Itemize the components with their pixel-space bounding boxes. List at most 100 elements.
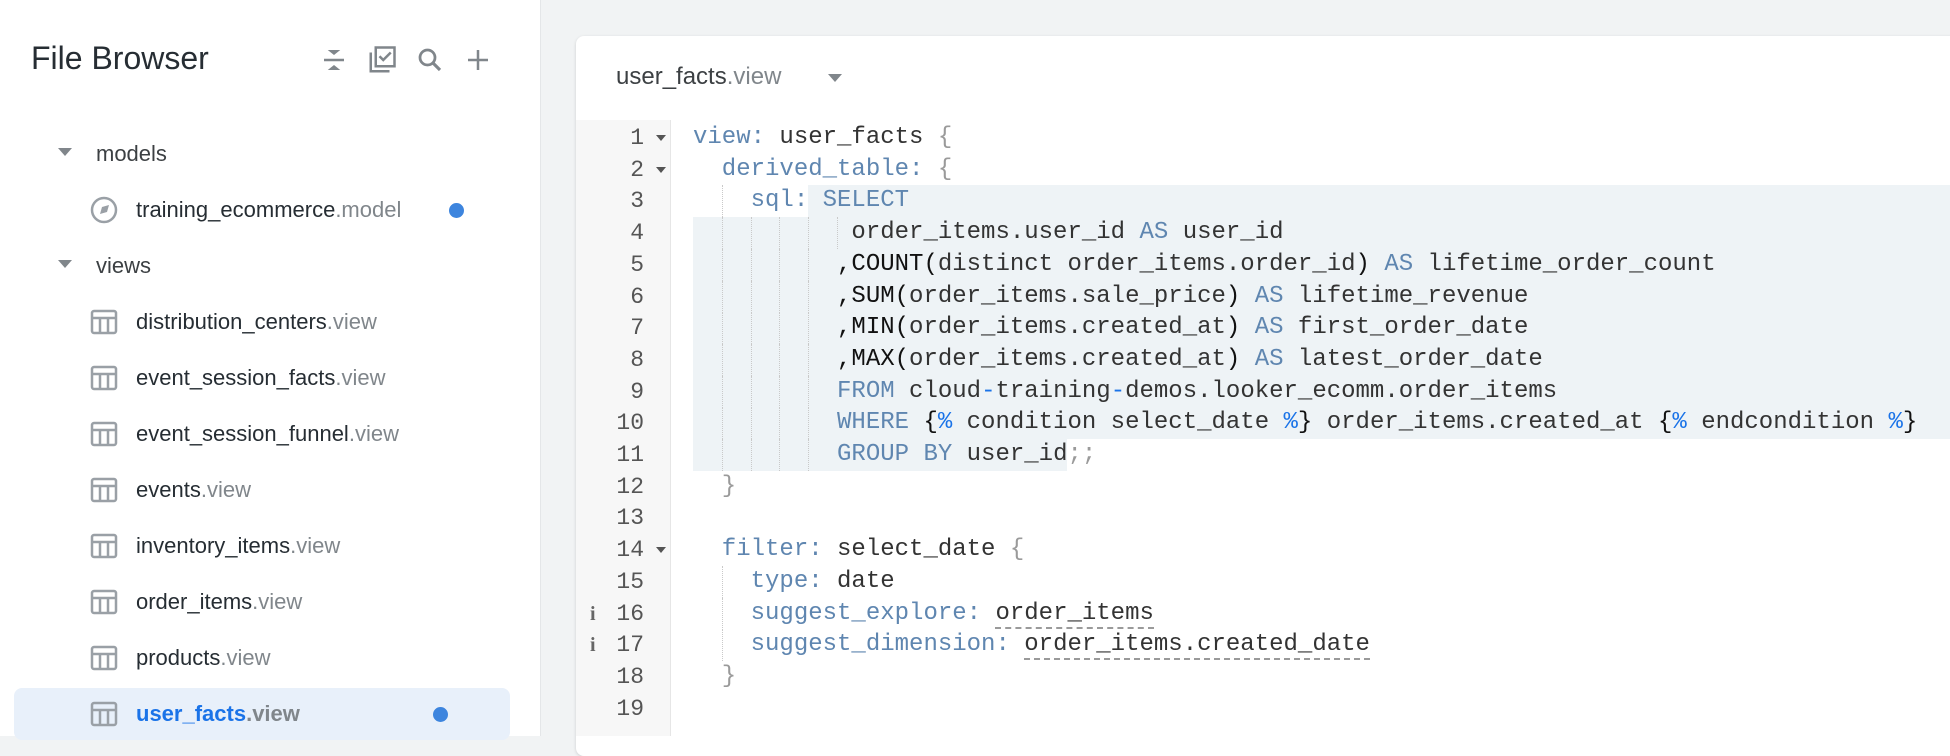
code-token: order_items.created_date — [1024, 631, 1370, 661]
code-line[interactable]: derived_table: { — [693, 154, 952, 186]
code-line[interactable]: ,MIN(order_items.created_at) AS first_or… — [693, 312, 1528, 344]
search-icon[interactable] — [415, 45, 445, 75]
line-number: 4 — [630, 220, 644, 247]
code-token: - — [1110, 377, 1126, 405]
code-line[interactable]: ,SUM(order_items.sale_price) AS lifetime… — [693, 281, 1528, 313]
code-line[interactable]: view: user_facts { — [693, 122, 952, 154]
code-token: derived_table: — [693, 155, 938, 183]
line-number: 16 — [616, 600, 644, 627]
file-name: inventory_items — [136, 533, 291, 558]
unsaved-indicator — [433, 707, 448, 722]
code-line[interactable]: order_items.user_id AS user_id — [693, 217, 1284, 249]
file-event-session-facts-view[interactable]: event_session_facts.view — [14, 352, 510, 404]
code-token: filter: — [693, 536, 838, 564]
file-ext: .view — [246, 701, 300, 726]
code-line[interactable]: suggest_dimension: order_items.created_d… — [693, 629, 1370, 661]
code-token: user_id — [1168, 219, 1284, 247]
file-event-session-funnel-view[interactable]: event_session_funnel.view — [14, 408, 510, 460]
line-number: 10 — [616, 410, 644, 437]
editor-file-name[interactable]: user_facts.view — [616, 63, 781, 91]
code-token: cloud — [909, 377, 982, 405]
file-name: distribution_centers — [136, 309, 327, 334]
code-line[interactable]: sql: SELECT — [693, 185, 909, 217]
code-token: GROUP BY — [693, 441, 967, 468]
line-number: 15 — [616, 568, 644, 595]
line-number: 14 — [616, 537, 644, 564]
code-token: ) — [1225, 282, 1241, 310]
line-number: 12 — [616, 473, 644, 500]
code-token: } — [693, 472, 737, 500]
line-number: 2 — [630, 156, 644, 183]
code-token: ) — [1225, 345, 1241, 373]
table-icon — [90, 533, 118, 559]
code-line[interactable]: GROUP BY user_id;; — [693, 439, 1096, 471]
file-ext: .view — [220, 645, 271, 670]
file-ext: .view — [326, 309, 377, 334]
fold-arrow-icon[interactable] — [656, 547, 666, 554]
file-distribution-centers-view[interactable]: distribution_centers.view — [14, 296, 510, 348]
file-inventory-items-view[interactable]: inventory_items.view — [14, 520, 510, 572]
file-ext: .view — [252, 589, 303, 614]
code-line[interactable]: type: date — [693, 566, 895, 598]
file-user-facts-view[interactable]: user_facts.view — [14, 688, 510, 740]
folder-models[interactable]: models — [14, 128, 510, 180]
folder-label: views — [96, 253, 152, 278]
code-line[interactable]: FROM cloud-training-demos.looker_ecomm.o… — [693, 376, 1557, 408]
code-token: AS — [1240, 345, 1284, 373]
code-token: suggest_dimension: — [693, 631, 1025, 659]
select-files-icon[interactable] — [367, 45, 397, 75]
code-token: } — [693, 662, 737, 690]
code-token: } — [1902, 409, 1918, 437]
code-token: FROM — [693, 377, 910, 405]
code-token: order_items.user_id — [693, 219, 1140, 247]
code-token: { — [937, 155, 953, 183]
code-token: AS — [1240, 314, 1284, 342]
line-number: 13 — [616, 505, 644, 532]
code-token: - — [981, 377, 996, 405]
file-products-view[interactable]: products.view — [14, 632, 510, 684]
file-name: order_items — [136, 589, 253, 614]
code-token: date — [837, 567, 895, 595]
caret-down-icon — [58, 260, 72, 268]
file-label: distribution_centers.view — [136, 309, 377, 335]
file-label: order_items.view — [136, 589, 302, 615]
code-line[interactable]: } — [693, 471, 736, 503]
file-events-view[interactable]: events.view — [14, 464, 510, 516]
file-training-ecommerce-model[interactable]: training_ecommerce.model — [14, 184, 510, 236]
code-token: lifetime_revenue — [1283, 282, 1529, 310]
file-ext: .view — [335, 365, 386, 390]
code-line[interactable]: } — [693, 661, 736, 693]
code-token: { — [1657, 409, 1673, 437]
file-label: events.view — [136, 477, 251, 503]
code-token: demos.looker_ecomm.order_items — [1125, 377, 1558, 405]
code-token: ,COUNT( — [693, 250, 938, 278]
table-icon — [90, 645, 118, 671]
fold-arrow-icon[interactable] — [656, 166, 666, 173]
code-token: user_facts — [765, 124, 938, 151]
info-icon[interactable]: i — [590, 598, 596, 630]
folder-views[interactable]: views — [14, 240, 510, 292]
code-token: order_items.created_at — [909, 314, 1226, 342]
code-line[interactable]: ,COUNT(distinct order_items.order_id) AS… — [693, 249, 1716, 281]
file-browser-panel: File Browser models training_ecommerce.m… — [0, 0, 541, 740]
line-number: 17 — [616, 632, 644, 659]
file-order-items-view[interactable]: order_items.view — [14, 576, 510, 628]
file-menu-caret-icon[interactable] — [828, 74, 842, 82]
info-icon[interactable]: i — [590, 629, 596, 661]
code-line[interactable]: filter: select_date { — [693, 534, 1024, 566]
code-token: view: — [693, 124, 766, 151]
line-number: 8 — [630, 346, 644, 373]
fold-arrow-icon[interactable] — [656, 135, 666, 141]
add-icon[interactable] — [463, 45, 493, 75]
code-line[interactable]: WHERE {% condition select_date %} order_… — [693, 407, 1917, 439]
code-line[interactable]: suggest_explore: order_items — [693, 598, 1154, 630]
collapse-all-icon[interactable] — [319, 45, 349, 75]
file-name: training_ecommerce — [136, 197, 336, 222]
code-token: distinct order_items.order_id — [937, 250, 1356, 278]
code-token: % — [937, 409, 953, 437]
file-name: user_facts — [616, 63, 727, 90]
line-number: 5 — [630, 251, 644, 278]
code-line[interactable]: ,MAX(order_items.created_at) AS latest_o… — [693, 344, 1543, 376]
line-number: 9 — [630, 378, 644, 405]
table-icon — [90, 589, 118, 615]
